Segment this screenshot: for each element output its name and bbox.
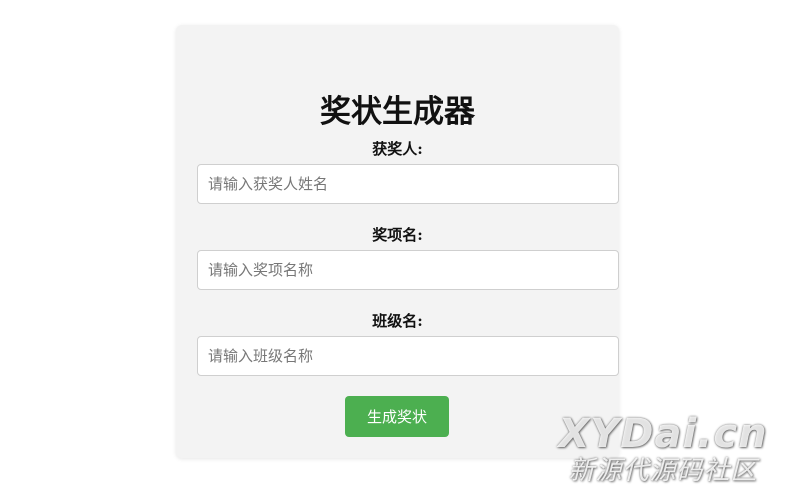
award-name-label: 奖项名: bbox=[372, 226, 423, 244]
winner-name-input[interactable] bbox=[197, 164, 619, 204]
class-name-label: 班级名: bbox=[372, 312, 423, 330]
certificate-form-card: 奖状生成器 获奖人: 奖项名: 班级名: 生成奖状 bbox=[176, 25, 619, 458]
class-name-input[interactable] bbox=[197, 336, 619, 376]
winner-name-label: 获奖人: bbox=[372, 140, 423, 158]
watermark-subtitle: 新源代源码社区 bbox=[568, 456, 758, 486]
page-title: 奖状生成器 bbox=[320, 94, 475, 130]
generate-certificate-button[interactable]: 生成奖状 bbox=[345, 396, 449, 437]
award-name-input[interactable] bbox=[197, 250, 619, 290]
